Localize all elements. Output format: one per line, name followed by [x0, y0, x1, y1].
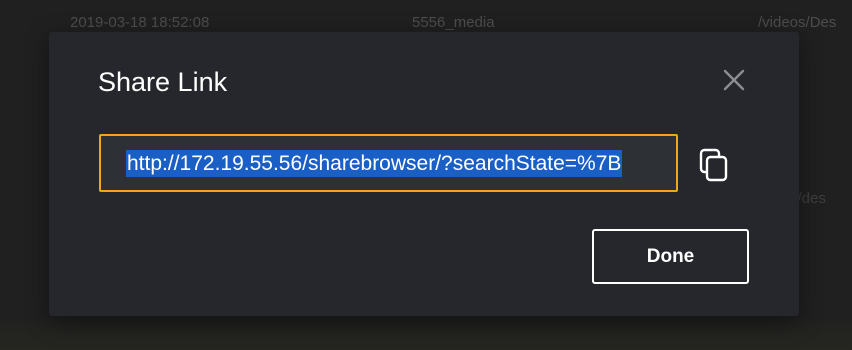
- close-button[interactable]: [720, 66, 748, 94]
- background-bottom-strip: [0, 316, 852, 350]
- background-date: 2019-03-18 18:52:08: [70, 14, 210, 31]
- copy-icon: [699, 148, 728, 182]
- close-icon: [723, 69, 745, 91]
- share-link-value: http://172.19.55.56/sharebrowser/?search…: [126, 150, 623, 177]
- background-path: /videos/Des: [758, 14, 837, 31]
- share-link-text[interactable]: http://172.19.55.56/sharebrowser/?search…: [126, 150, 657, 178]
- background-name: 5556_media: [412, 14, 495, 31]
- share-link-dialog: Share Link http://172.19.55.56/sharebrow…: [49, 32, 799, 316]
- copy-link-button[interactable]: [697, 147, 731, 183]
- done-button[interactable]: Done: [592, 229, 749, 284]
- background-table-row: 2019-03-18 18:52:08 5556_media /videos/D…: [0, 12, 852, 34]
- dialog-title: Share Link: [98, 67, 228, 97]
- share-link-input[interactable]: http://172.19.55.56/sharebrowser/?search…: [99, 134, 678, 192]
